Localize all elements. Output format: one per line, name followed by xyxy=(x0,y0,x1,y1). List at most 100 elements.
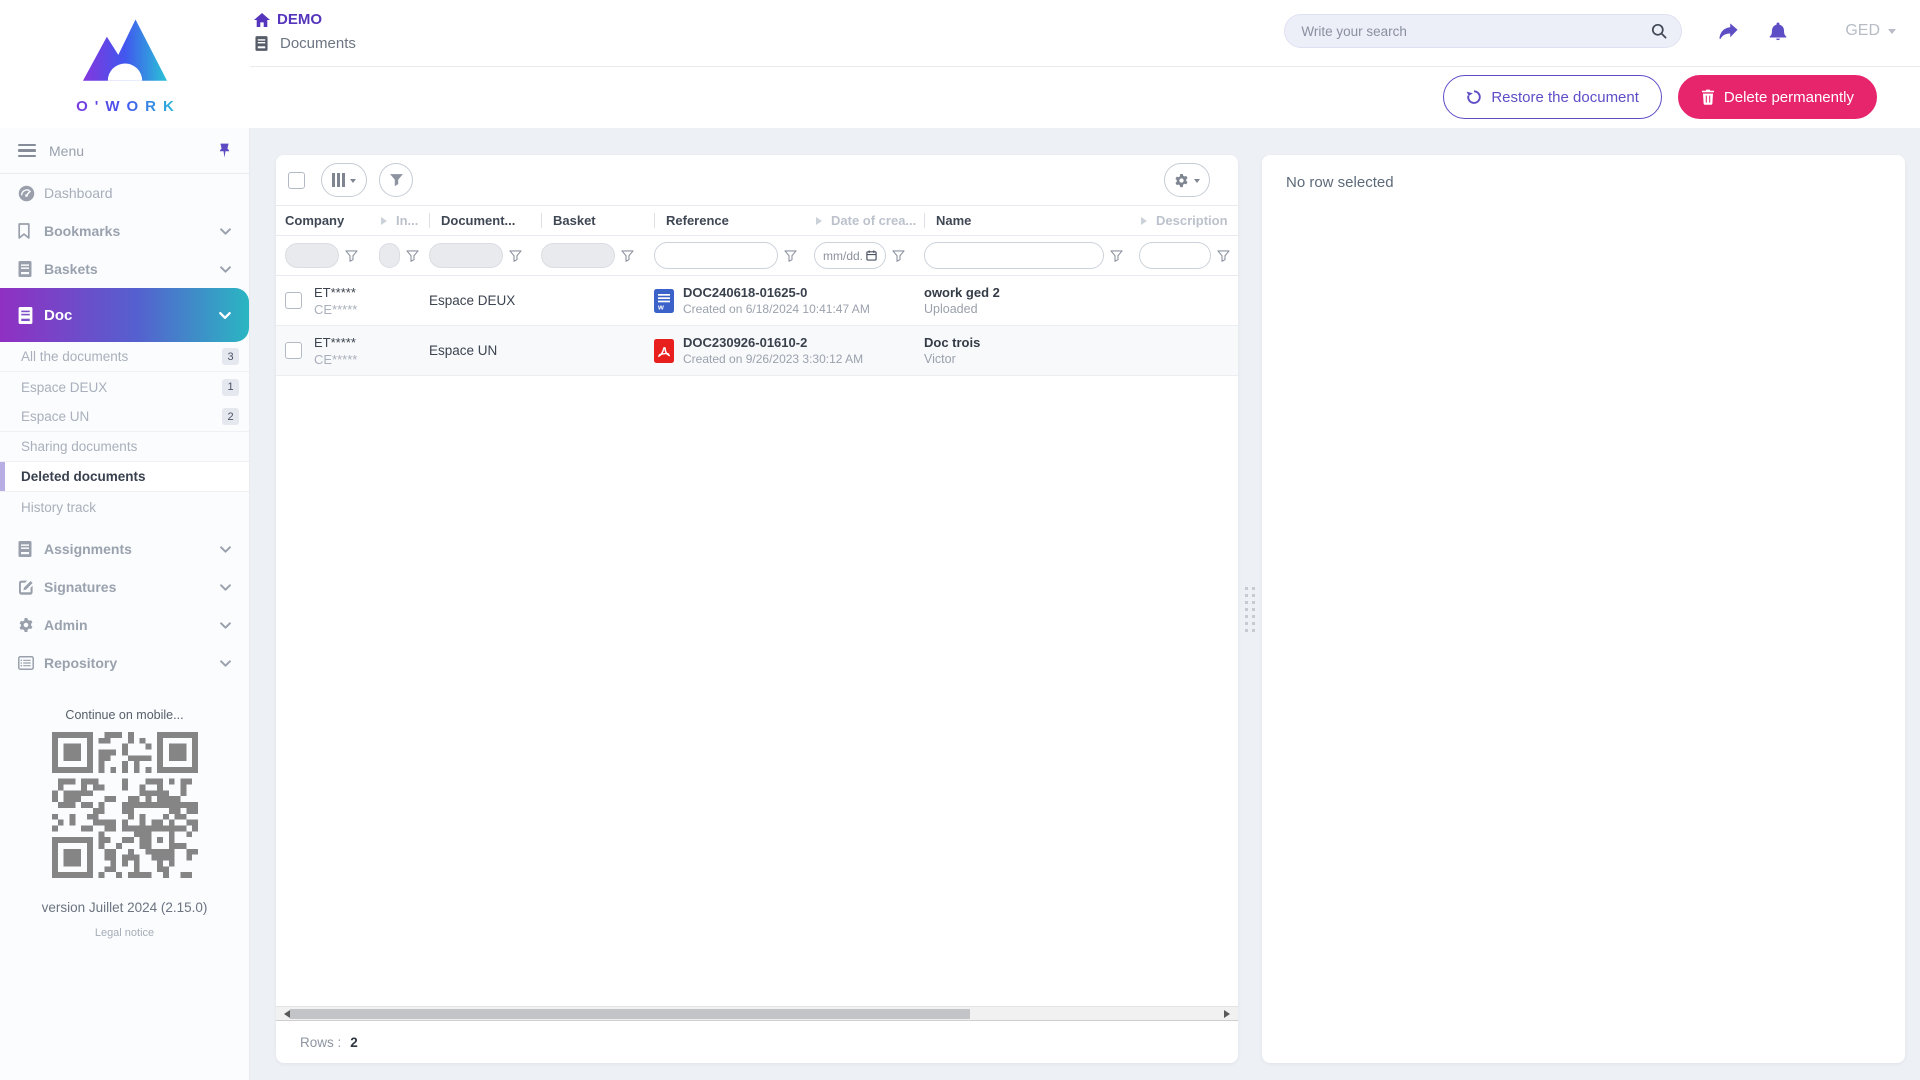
share-icon[interactable] xyxy=(1718,22,1739,40)
word-file-icon: w xyxy=(654,288,674,313)
sidebar-item-bookmarks[interactable]: Bookmarks xyxy=(0,212,249,250)
company-filter-input[interactable] xyxy=(285,243,339,268)
sidebar-item-espace-un[interactable]: Espace UN 2 xyxy=(0,402,249,432)
mountain-logo-icon xyxy=(82,19,168,81)
dashboard-gauge-icon xyxy=(18,185,44,202)
legal-notice-link[interactable]: Legal notice xyxy=(0,927,249,939)
assignments-book-icon xyxy=(18,541,44,557)
table-header-row: Company In... Document... Basket Referen… xyxy=(276,205,1238,236)
grid-settings-button[interactable] xyxy=(1164,163,1210,197)
column-header-date[interactable]: Date of crea... xyxy=(814,213,924,228)
column-expand-arrow-icon[interactable] xyxy=(816,216,822,225)
user-menu[interactable]: GED xyxy=(1845,22,1896,40)
pin-sidebar-icon[interactable] xyxy=(218,143,231,158)
table-row[interactable]: ET***** CE***** Espace UN DOC230926-0161… xyxy=(276,326,1238,376)
table-row[interactable]: ET***** CE***** Espace DEUX w DOC240618-… xyxy=(276,276,1238,326)
name-filter-input[interactable] xyxy=(924,242,1104,269)
gear-icon xyxy=(1175,173,1188,187)
search-icon[interactable] xyxy=(1651,23,1667,39)
delete-permanently-button[interactable]: Delete permanently xyxy=(1677,75,1877,119)
basket-filter-input[interactable] xyxy=(541,243,615,268)
column-expand-arrow-icon[interactable] xyxy=(381,216,387,225)
notifications-bell-icon[interactable] xyxy=(1769,21,1787,41)
date-filter-input[interactable]: mm/dd. xyxy=(814,242,886,269)
empty-selection-text: No row selected xyxy=(1286,174,1394,191)
column-header-company[interactable]: Company xyxy=(285,213,379,228)
calendar-icon[interactable] xyxy=(866,250,877,261)
search-input[interactable] xyxy=(1301,23,1652,39)
funnel-icon[interactable] xyxy=(1217,249,1230,262)
row-checkbox[interactable] xyxy=(285,292,302,309)
page-title: Documents xyxy=(280,35,356,52)
funnel-icon[interactable] xyxy=(1110,249,1123,262)
in-filter-input[interactable] xyxy=(379,243,400,268)
funnel-icon[interactable] xyxy=(621,249,634,262)
sidebar-item-label: Assignments xyxy=(44,541,132,557)
app-root: O'WORK DEMO Documents Write your search … xyxy=(0,0,1920,1080)
detail-panel: No row selected xyxy=(1262,155,1905,1063)
scrollbar-thumb[interactable] xyxy=(290,1009,970,1019)
sidebar-item-deleted-documents[interactable]: Deleted documents xyxy=(0,462,249,492)
columns-icon xyxy=(332,173,345,187)
sidebar-item-assignments[interactable]: Assignments xyxy=(0,530,249,568)
column-header-in[interactable]: In... xyxy=(379,213,429,228)
funnel-icon[interactable] xyxy=(892,249,905,262)
hamburger-menu-icon[interactable] xyxy=(18,143,36,158)
sidebar-item-espace-deux[interactable]: Espace DEUX 1 xyxy=(0,372,249,402)
table-footer: Rows : 2 xyxy=(300,1034,358,1050)
restore-icon xyxy=(1466,90,1482,104)
column-header-reference[interactable]: Reference xyxy=(654,213,814,228)
sidebar-item-admin[interactable]: Admin xyxy=(0,606,249,644)
column-header-name[interactable]: Name xyxy=(924,213,1139,228)
column-header-description[interactable]: Description xyxy=(1139,213,1238,228)
menu-label: Menu xyxy=(49,142,85,159)
document-reference-link[interactable]: DOC230926-01610-2 xyxy=(683,335,863,350)
column-expand-arrow-icon[interactable] xyxy=(1141,216,1147,225)
global-search[interactable] xyxy=(1284,14,1683,48)
sidebar-item-doc-active[interactable]: Doc xyxy=(0,288,249,342)
sidebar-item-all-documents[interactable]: All the documents 3 xyxy=(0,342,249,372)
signature-pen-icon xyxy=(18,579,44,595)
drag-dots-icon xyxy=(1245,586,1255,632)
sidebar-item-history-track[interactable]: History track xyxy=(0,492,249,522)
column-header-document[interactable]: Document... xyxy=(429,213,541,228)
column-chooser-button[interactable] xyxy=(321,163,367,197)
select-all-checkbox[interactable] xyxy=(288,171,305,189)
scroll-left-icon[interactable] xyxy=(280,1010,290,1018)
chevron-down-icon xyxy=(1194,178,1200,186)
reference-filter-input[interactable] xyxy=(654,242,778,269)
document-filter-input[interactable] xyxy=(429,243,503,268)
basket-book-icon xyxy=(18,261,44,277)
count-badge: 1 xyxy=(222,378,239,396)
funnel-icon[interactable] xyxy=(509,249,522,262)
sidebar-item-label: Repository xyxy=(44,655,118,671)
funnel-icon[interactable] xyxy=(784,249,797,262)
filter-builder-button[interactable] xyxy=(379,163,413,197)
restore-document-button[interactable]: Restore the document xyxy=(1443,75,1662,119)
sidebar-item-dashboard[interactable]: Dashboard xyxy=(0,174,249,212)
scroll-right-icon[interactable] xyxy=(1224,1010,1234,1018)
svg-text:w: w xyxy=(657,302,664,311)
funnel-icon[interactable] xyxy=(406,249,419,262)
description-filter-input[interactable] xyxy=(1139,242,1211,269)
sidebar-item-repository[interactable]: Repository xyxy=(0,644,249,682)
document-reference-link[interactable]: DOC240618-01625-0 xyxy=(683,285,870,300)
documents-grid: Company In... Document... Basket Referen… xyxy=(276,155,1238,1063)
funnel-icon[interactable] xyxy=(345,249,358,262)
sidebar-item-signatures[interactable]: Signatures xyxy=(0,568,249,606)
sidebar-item-sharing-documents[interactable]: Sharing documents xyxy=(0,432,249,462)
trash-icon xyxy=(1701,89,1714,105)
breadcrumb: DEMO Documents xyxy=(254,11,356,52)
sidebar-item-label: Doc xyxy=(44,306,73,324)
chevron-down-icon xyxy=(220,621,231,629)
row-checkbox[interactable] xyxy=(285,342,302,359)
sidebar-item-baskets[interactable]: Baskets xyxy=(0,250,249,288)
home-icon xyxy=(254,12,270,27)
panel-resizer-handle[interactable] xyxy=(1238,155,1262,1063)
sidebar-item-label: Dashboard xyxy=(44,185,113,201)
column-header-basket[interactable]: Basket xyxy=(541,213,654,228)
doc-submenu: All the documents 3 Espace DEUX 1 Espace… xyxy=(0,342,249,522)
horizontal-scrollbar[interactable] xyxy=(276,1006,1238,1021)
sidebar-item-label: Bookmarks xyxy=(44,223,121,239)
row-count: 2 xyxy=(350,1034,358,1050)
